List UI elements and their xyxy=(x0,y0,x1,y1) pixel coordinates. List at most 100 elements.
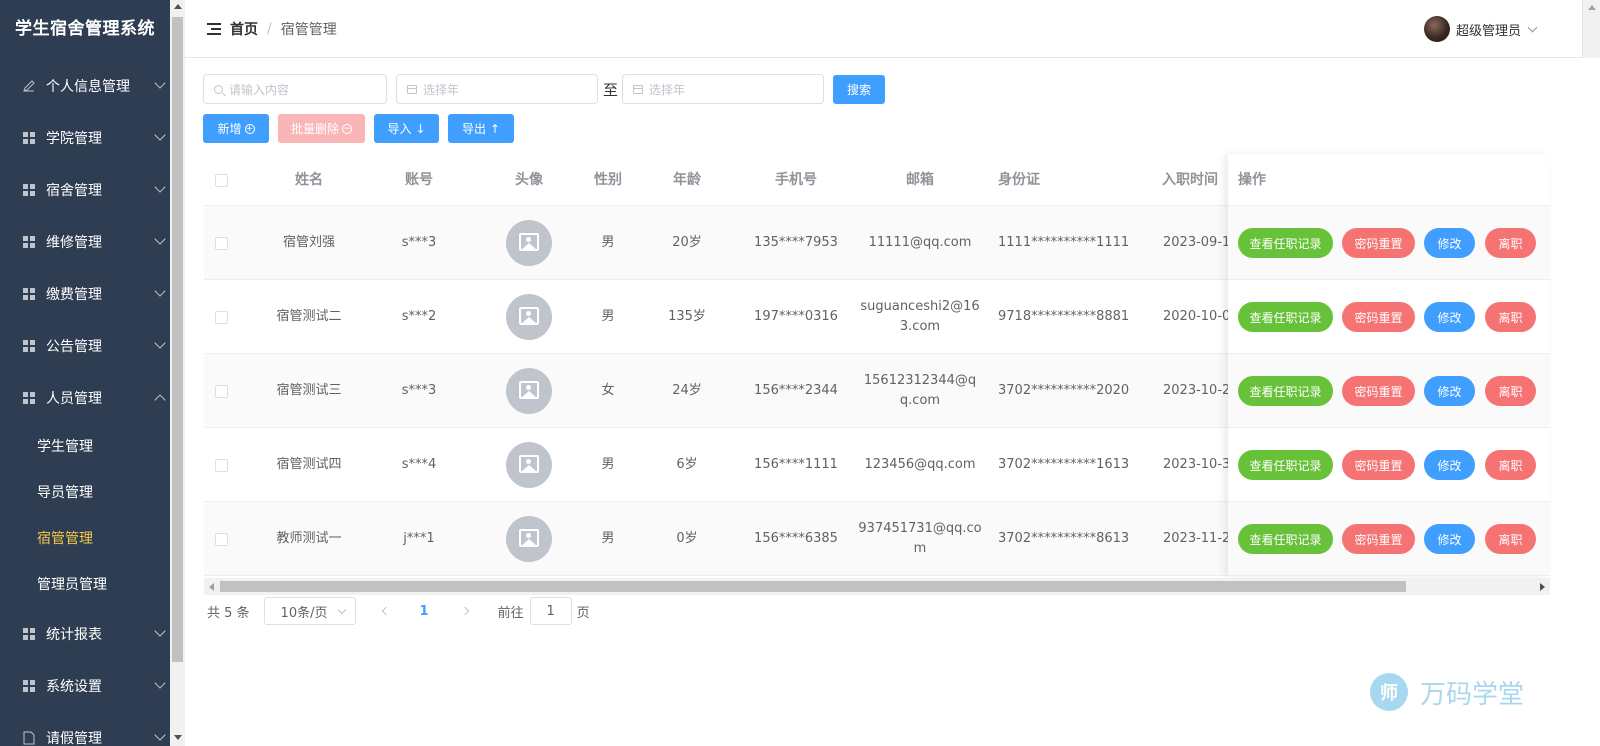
actions-row: 查看任职记录 密码重置 修改 离职 xyxy=(1228,502,1550,576)
chevron-down-icon xyxy=(154,337,166,349)
grid-icon xyxy=(22,235,36,249)
sidebar-item-label: 人员管理 xyxy=(46,391,102,407)
edit-button[interactable]: 修改 xyxy=(1424,524,1475,554)
cell-age: 20岁 xyxy=(672,235,702,250)
next-page-icon[interactable] xyxy=(460,606,469,616)
chevron-down-icon xyxy=(154,285,166,297)
resign-button[interactable]: 离职 xyxy=(1485,450,1536,480)
cell-hire-date: 2023-10-3 xyxy=(1163,457,1231,472)
sidebar-subitem-counselors[interactable]: 导员管理 xyxy=(0,470,170,516)
search-button[interactable]: 搜索 xyxy=(833,75,885,104)
edit-button[interactable]: 修改 xyxy=(1424,450,1475,480)
cell-phone: 156****1111 xyxy=(754,457,838,472)
page-scrollbar[interactable] xyxy=(1582,0,1600,58)
col-phone: 手机号 xyxy=(775,172,817,188)
view-history-button[interactable]: 查看任职记录 xyxy=(1238,524,1333,554)
breadcrumb-home[interactable]: 首页 xyxy=(230,19,258,39)
cell-hire-date: 2020-10-0 xyxy=(1163,309,1231,324)
sidebar-item-college[interactable]: 学院管理 xyxy=(0,112,170,164)
sidebar-subitem-dorm-managers[interactable]: 宿管管理 xyxy=(0,516,170,562)
sidebar-item-settings[interactable]: 系统设置 xyxy=(0,660,170,712)
sidebar-item-dorm[interactable]: 宿舍管理 xyxy=(0,164,170,216)
cell-account: j***1 xyxy=(403,531,435,546)
search-input[interactable]: 请输入内容 xyxy=(203,74,387,104)
scroll-down-arrow-icon[interactable] xyxy=(174,735,182,740)
view-history-button[interactable]: 查看任职记录 xyxy=(1238,302,1333,332)
row-checkbox[interactable] xyxy=(204,280,238,354)
goto-page-input[interactable]: 1 xyxy=(529,597,572,625)
cell-account: s***3 xyxy=(401,383,437,398)
cell-id-card: 3702**********8613 xyxy=(998,531,1130,546)
grid-icon xyxy=(22,183,36,197)
batch-delete-button[interactable]: 批量删除 − xyxy=(278,114,365,143)
prev-page-icon[interactable] xyxy=(381,606,390,616)
scroll-right-arrow-icon[interactable] xyxy=(1540,583,1545,591)
reset-password-button[interactable]: 密码重置 xyxy=(1342,228,1415,258)
chevron-down-icon xyxy=(337,605,346,615)
view-history-button[interactable]: 查看任职记录 xyxy=(1238,228,1333,258)
edit-button[interactable]: 修改 xyxy=(1424,228,1475,258)
page-size-select[interactable]: 10条/页 xyxy=(263,597,356,625)
sidebar-item-label: 公告管理 xyxy=(46,339,102,355)
edit-button[interactable]: 修改 xyxy=(1424,376,1475,406)
row-checkbox[interactable] xyxy=(204,502,238,576)
cell-gender: 男 xyxy=(601,457,615,472)
reset-password-button[interactable]: 密码重置 xyxy=(1342,302,1415,332)
sidebar-item-payment[interactable]: 缴费管理 xyxy=(0,268,170,320)
actions-row: 查看任职记录 密码重置 修改 离职 xyxy=(1228,206,1550,280)
breadcrumb-current: 宿管管理 xyxy=(280,22,337,38)
sidebar-subitem-students[interactable]: 学生管理 xyxy=(0,424,170,470)
chevron-down-icon xyxy=(154,625,166,637)
cell-avatar xyxy=(474,354,584,428)
breadcrumb-separator: / xyxy=(267,21,272,37)
cell-email: 123456@qq.com xyxy=(864,457,976,472)
goto-label: 前往 xyxy=(497,605,524,621)
edit-button[interactable]: 修改 xyxy=(1424,302,1475,332)
col-gender: 性别 xyxy=(594,172,622,188)
col-account: 账号 xyxy=(405,172,433,188)
row-checkbox[interactable] xyxy=(204,206,238,280)
resign-button[interactable]: 离职 xyxy=(1485,524,1536,554)
date-start-picker[interactable]: 选择年 xyxy=(396,74,598,104)
scroll-up-arrow-icon[interactable] xyxy=(174,4,182,9)
row-checkbox[interactable] xyxy=(204,428,238,502)
view-history-button[interactable]: 查看任职记录 xyxy=(1238,376,1333,406)
user-menu[interactable]: 超级管理员 xyxy=(1423,16,1538,42)
cell-id-card: 3702**********2020 xyxy=(998,383,1130,398)
sidebar-item-personal-info[interactable]: 个人信息管理 xyxy=(0,60,170,112)
reset-password-button[interactable]: 密码重置 xyxy=(1342,450,1415,480)
sidebar-item-reports[interactable]: 统计报表 xyxy=(0,608,170,660)
scroll-left-arrow-icon[interactable] xyxy=(209,583,214,591)
sidebar-subitem-admins[interactable]: 管理员管理 xyxy=(0,562,170,608)
user-avatar xyxy=(1423,16,1450,42)
page-number-current[interactable]: 1 xyxy=(420,604,429,619)
reset-password-button[interactable]: 密码重置 xyxy=(1342,524,1415,554)
sidebar-item-leave[interactable]: 请假管理 xyxy=(0,712,170,746)
export-button[interactable]: 导出 ↑ xyxy=(448,114,514,143)
scroll-up-arrow-icon[interactable] xyxy=(1588,5,1596,10)
cell-account: s***2 xyxy=(401,309,437,324)
sidebar-item-personnel[interactable]: 人员管理 xyxy=(0,372,170,424)
sidebar-item-notice[interactable]: 公告管理 xyxy=(0,320,170,372)
col-email: 邮箱 xyxy=(906,172,934,188)
date-end-picker[interactable]: 选择年 xyxy=(622,74,824,104)
select-all-checkbox[interactable] xyxy=(204,154,238,206)
resign-button[interactable]: 离职 xyxy=(1485,228,1536,258)
calendar-icon xyxy=(407,84,417,94)
reset-password-button[interactable]: 密码重置 xyxy=(1342,376,1415,406)
scrollbar-thumb[interactable] xyxy=(220,581,1406,592)
row-checkbox[interactable] xyxy=(204,354,238,428)
table-horizontal-scrollbar[interactable] xyxy=(204,578,1550,595)
document-icon xyxy=(22,731,36,745)
add-button[interactable]: 新增 + xyxy=(203,114,269,143)
chevron-down-icon xyxy=(154,677,166,689)
import-button[interactable]: 导入 ↓ xyxy=(374,114,439,143)
cell-email: 15612312344@qq.com xyxy=(863,373,977,408)
sidebar-scrollbar[interactable] xyxy=(170,0,185,746)
resign-button[interactable]: 离职 xyxy=(1485,376,1536,406)
resign-button[interactable]: 离职 xyxy=(1485,302,1536,332)
view-history-button[interactable]: 查看任职记录 xyxy=(1238,450,1333,480)
scrollbar-thumb[interactable] xyxy=(172,17,183,662)
sidebar-item-repair[interactable]: 维修管理 xyxy=(0,216,170,268)
menu-toggle-icon[interactable] xyxy=(207,23,221,35)
